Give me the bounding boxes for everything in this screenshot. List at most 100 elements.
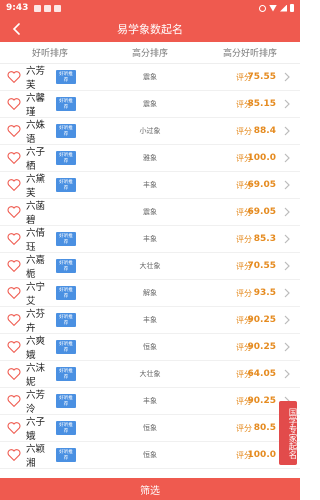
category-label: 震象: [143, 73, 157, 81]
category-label: 丰象: [143, 235, 157, 243]
chevron-right-icon: [284, 180, 290, 190]
list-item[interactable]: 六芳泠 好听推荐 丰象 评分 90.25: [0, 388, 300, 415]
score-label: 评分: [236, 423, 252, 433]
sort-tabs: 好听排序 高分排序 高分好听排序: [0, 42, 300, 64]
expert-naming-tag[interactable]: 国学专家起名: [279, 401, 297, 465]
heart-icon[interactable]: [6, 231, 22, 247]
category-label: 丰象: [143, 397, 157, 405]
battery-icon: [290, 4, 294, 12]
name-text: 六倩珏: [26, 228, 46, 253]
heart-icon[interactable]: [6, 420, 22, 436]
chevron-right-icon: [284, 207, 290, 217]
score-value: 90.25: [247, 396, 276, 406]
heart-icon[interactable]: [6, 366, 22, 382]
tab-high-score-good-sounding[interactable]: 高分好听排序: [200, 46, 300, 59]
heart-icon[interactable]: [6, 177, 22, 193]
wifi-icon: [269, 4, 277, 12]
score-value: 64.05: [247, 369, 276, 379]
name-text: 六馨瑾: [26, 93, 46, 118]
list-item[interactable]: 六芳芙 好听推荐 震象 评分 75.55: [0, 64, 300, 91]
recommend-badge: 好听推荐: [56, 178, 76, 192]
recommend-badge: 好听推荐: [56, 232, 76, 246]
chevron-right-icon: [284, 315, 290, 325]
name-text: 六芳芙: [26, 66, 46, 91]
name-text: 六沫妮: [26, 363, 46, 388]
score-label: 评分: [236, 234, 252, 244]
score-value: 70.55: [247, 261, 276, 271]
list-item[interactable]: 六颖湘 好听推荐 恒象 评分 100.0: [0, 442, 300, 469]
app-header: 易学象数起名: [0, 16, 300, 42]
heart-icon[interactable]: [6, 393, 22, 409]
name-text: 六黛芙: [26, 174, 46, 199]
category-label: 震象: [143, 100, 157, 108]
category-label: 恒象: [143, 424, 157, 432]
recommend-badge: 好听推荐: [56, 70, 76, 84]
heart-icon[interactable]: [6, 339, 22, 355]
chevron-right-icon: [284, 72, 290, 82]
tab-good-sounding[interactable]: 好听排序: [0, 46, 100, 59]
category-label: 震象: [143, 208, 157, 216]
list-item[interactable]: 六爽娥 好听推荐 恒象 评分 90.25: [0, 334, 300, 361]
list-item[interactable]: 六子娥 好听推荐 恒象 评分 80.5: [0, 415, 300, 442]
heart-icon[interactable]: [6, 96, 22, 112]
tab-high-score[interactable]: 高分排序: [100, 46, 200, 59]
name-text: 六爽娥: [26, 336, 46, 361]
heart-icon[interactable]: [6, 69, 22, 85]
heart-icon[interactable]: [6, 258, 22, 274]
list-item[interactable]: 六馨瑾 好听推荐 震象 评分 85.15: [0, 91, 300, 118]
name-text: 六颖湘: [26, 444, 46, 469]
chevron-right-icon: [284, 288, 290, 298]
heart-icon[interactable]: [6, 312, 22, 328]
list-item[interactable]: 六宁艾 好听推荐 解象 评分 93.5: [0, 280, 300, 307]
recommend-badge: 好听推荐: [56, 340, 76, 354]
list-item[interactable]: 六嘉栀 好听推荐 大壮象 评分 70.55: [0, 253, 300, 280]
heart-icon[interactable]: [6, 150, 22, 166]
list-item[interactable]: 六沫妮 好听推荐 大壮象 评分 64.05: [0, 361, 300, 388]
heart-icon[interactable]: [6, 123, 22, 139]
recommend-badge: 好听推荐: [56, 421, 76, 435]
chevron-right-icon: [284, 153, 290, 163]
category-label: 丰象: [143, 316, 157, 324]
name-text: 六嘉栀: [26, 255, 46, 280]
recommend-badge: 好听推荐: [56, 151, 76, 165]
name-text: 六芬卉: [26, 309, 46, 334]
heart-icon[interactable]: [6, 204, 22, 220]
heart-icon[interactable]: [6, 285, 22, 301]
list-item[interactable]: 六倩珏 好听推荐 丰象 评分 85.3: [0, 226, 300, 253]
chevron-right-icon: [284, 234, 290, 244]
score-value: 93.5: [253, 288, 276, 298]
category-label: 恒象: [143, 451, 157, 459]
score-value: 100.0: [247, 153, 276, 163]
name-text: 六芳泠: [26, 390, 46, 415]
score-value: 69.05: [247, 180, 276, 190]
list-item[interactable]: 六子栖 好听推荐 雅象 评分 100.0: [0, 145, 300, 172]
score-value: 88.4: [253, 126, 276, 136]
category-label: 恒象: [143, 343, 157, 351]
score-label: 评分: [236, 126, 252, 136]
chevron-right-icon: [284, 369, 290, 379]
name-list: 六芳芙 好听推荐 震象 评分 75.55 六馨瑾 好听推荐 震象 评分 85.1…: [0, 64, 300, 469]
score-value: 85.3: [253, 234, 276, 244]
notification-icon: [54, 4, 62, 12]
recommend-badge: 好听推荐: [56, 367, 76, 381]
name-text: 六姝语: [26, 120, 46, 145]
name-text: 六菡碧: [26, 201, 46, 226]
recommend-badge: 好听推荐: [56, 313, 76, 327]
category-label: 大壮象: [139, 370, 161, 378]
filter-button[interactable]: 筛选: [0, 478, 300, 500]
list-item[interactable]: 六菡碧 震象 评分 69.05: [0, 199, 300, 226]
list-item[interactable]: 六黛芙 好听推荐 丰象 评分 69.05: [0, 172, 300, 199]
status-time: 9:43: [6, 3, 29, 13]
name-text: 六子栖: [26, 147, 46, 172]
score-value: 90.25: [247, 342, 276, 352]
name-text: 六宁艾: [26, 282, 46, 307]
cast-icon: [259, 4, 266, 12]
heart-icon[interactable]: [6, 447, 22, 463]
recommend-badge: 好听推荐: [56, 286, 76, 300]
list-item[interactable]: 六芬卉 好听推荐 丰象 评分 90.25: [0, 307, 300, 334]
recommend-badge: 好听推荐: [56, 97, 76, 111]
back-button[interactable]: [8, 20, 26, 38]
list-item[interactable]: 六姝语 好听推荐 小过象 评分 88.4: [0, 118, 300, 145]
chevron-right-icon: [284, 126, 290, 136]
category-label: 解象: [143, 289, 157, 297]
